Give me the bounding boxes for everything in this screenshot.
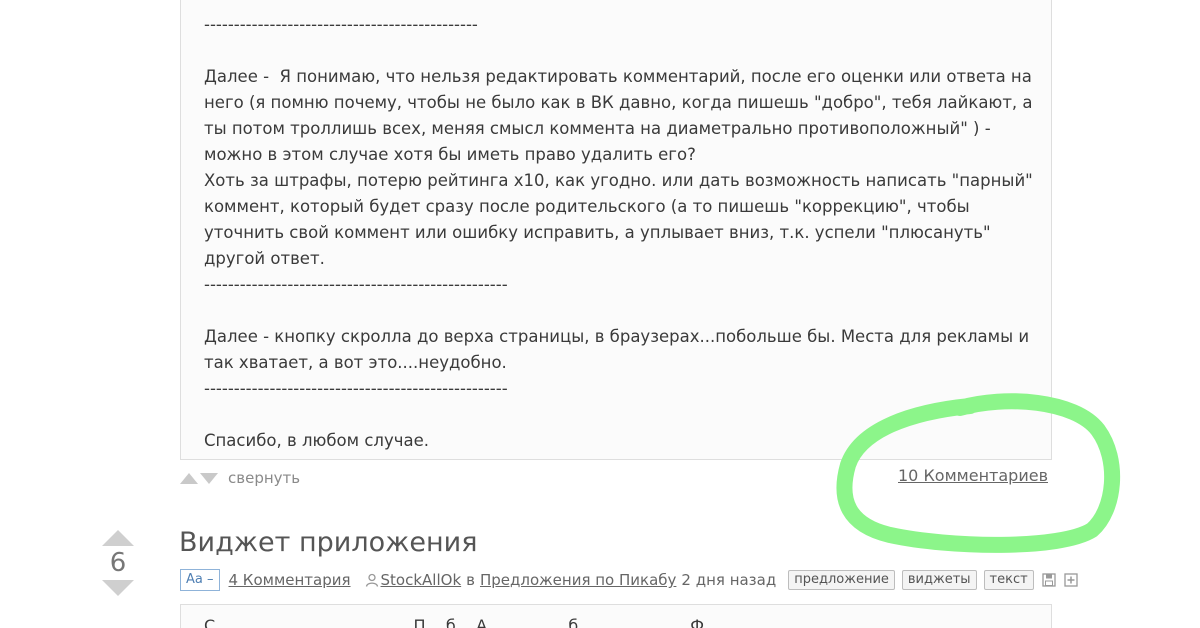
rating-widget: 6 — [100, 530, 136, 596]
story-line: уточнить свой коммент или ошибку исправи… — [204, 223, 991, 242]
comments-count-link[interactable]: 4 Комментария — [229, 571, 351, 589]
user-icon — [365, 573, 378, 587]
tag-widgets[interactable]: виджеты — [901, 570, 977, 590]
community-link[interactable]: Предложения по Пикабу — [480, 571, 676, 589]
story-line: так хватает, а вот это....неудобно. — [204, 353, 507, 372]
add-icon[interactable] — [1064, 573, 1078, 587]
story-line: Далее - Я понимаю, что нельзя редактиров… — [204, 67, 1032, 86]
story-line: Хоть за штрафы, потерю рейтинга х10, как… — [204, 171, 1033, 190]
story-line — [204, 0, 1044, 12]
story-text: ----------------------------------------… — [204, 0, 1044, 454]
arrow-down-icon[interactable] — [200, 472, 218, 484]
in-label: в — [466, 571, 475, 589]
arrow-up-icon[interactable] — [180, 472, 198, 484]
highlight-circle-annotation — [836, 393, 1121, 553]
story-line — [204, 298, 1044, 324]
author-link[interactable]: StockAllOk — [381, 571, 462, 589]
rate-down-icon[interactable] — [102, 580, 134, 596]
story-title[interactable]: Виджет приложения — [179, 527, 477, 558]
story-line: коммент, который будет сразу после родит… — [204, 197, 970, 216]
collapse-row: свернуть — [180, 466, 300, 490]
story-line: Далее - кнопку скролла до верха страницы… — [204, 327, 1030, 346]
separator-line: ----------------------------------------… — [204, 275, 508, 294]
save-icon[interactable] — [1042, 573, 1056, 587]
tag-offer[interactable]: предложение — [788, 570, 895, 590]
story-line: ты потом троллишь всех, меняя смысл комм… — [204, 119, 991, 138]
post-time: 2 дня назад — [681, 571, 777, 589]
rate-up-icon[interactable] — [102, 530, 134, 546]
story-line — [204, 38, 1044, 64]
story-line: другой ответ. — [204, 249, 325, 268]
next-story-preview: С П б А б Ф — [204, 616, 704, 628]
collapse-button[interactable]: свернуть — [228, 469, 300, 487]
separator-line: ----------------------------------------… — [204, 15, 478, 34]
story-line: можно в этом случае хотя бы иметь право … — [204, 145, 696, 164]
font-size-toggle[interactable]: Aa – — [180, 569, 220, 591]
tag-text[interactable]: текст — [983, 570, 1034, 590]
rating-value: 6 — [109, 548, 127, 578]
page: ----------------------------------------… — [0, 0, 1200, 628]
story-meta: Aa – 4 Комментария StockAllOk в Предложе… — [180, 568, 1078, 592]
story-line: него (я помню почему, чтобы не было как … — [204, 93, 1033, 112]
